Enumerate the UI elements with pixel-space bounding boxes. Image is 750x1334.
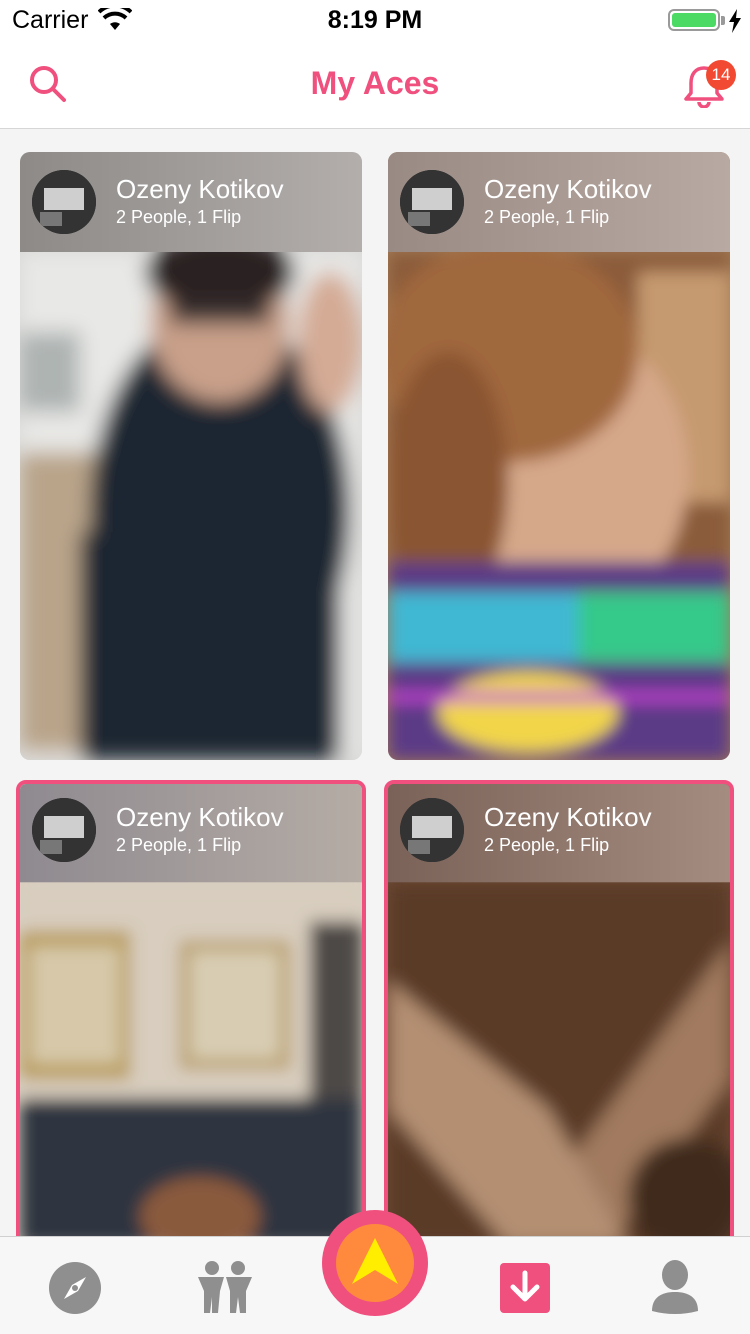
- navigation-bar: My Aces 14: [0, 40, 750, 129]
- ace-center-button[interactable]: [322, 1210, 428, 1316]
- battery-cap: [721, 16, 725, 25]
- card-stats: 2 People, 1 Flip: [484, 835, 610, 855]
- charging-bolt-icon: [729, 9, 741, 33]
- ace-card-selected[interactable]: Ozeny Kotikov 2 People, 1 Flip: [16, 780, 366, 1250]
- ace-card[interactable]: Ozeny Kotikov 2 People, 1 Flip: [388, 152, 730, 760]
- ace-card[interactable]: Ozeny Kotikov 2 People, 1 Flip: [20, 152, 362, 760]
- compass-icon[interactable]: [48, 1261, 102, 1315]
- card-header: Ozeny Kotikov 2 People, 1 Flip: [20, 784, 362, 884]
- avatar: [32, 798, 96, 862]
- battery-fill: [672, 13, 716, 27]
- clock: 8:19 PM: [327, 6, 423, 34]
- card-header: Ozeny Kotikov 2 People, 1 Flip: [388, 784, 730, 884]
- card-header: Ozeny Kotikov 2 People, 1 Flip: [20, 152, 362, 252]
- card-owner-name: Ozeny Kotikov: [116, 174, 284, 204]
- card-stats: 2 People, 1 Flip: [116, 835, 242, 855]
- card-owner-name: Ozeny Kotikov: [116, 802, 284, 832]
- screen: Carrier 8:19 PM My Aces 14 Ozeny Kotikov…: [0, 0, 750, 1334]
- ace-center-button-inner: [336, 1224, 414, 1302]
- card-header: Ozeny Kotikov 2 People, 1 Flip: [388, 152, 730, 252]
- battery-icon: [668, 9, 720, 31]
- avatar: [400, 170, 464, 234]
- card-owner-name: Ozeny Kotikov: [484, 174, 652, 204]
- page-title: My Aces: [310, 65, 440, 101]
- status-bar: Carrier 8:19 PM: [0, 0, 750, 40]
- avatar: [32, 170, 96, 234]
- avatar: [400, 798, 464, 862]
- card-stats: 2 People, 1 Flip: [116, 207, 242, 227]
- download-icon[interactable]: [500, 1263, 550, 1313]
- card-stats: 2 People, 1 Flip: [484, 207, 610, 227]
- card-owner-name: Ozeny Kotikov: [484, 802, 652, 832]
- ace-card-selected[interactable]: Ozeny Kotikov 2 People, 1 Flip: [384, 780, 734, 1250]
- people-icon[interactable]: [196, 1261, 254, 1313]
- profile-icon[interactable]: [652, 1259, 698, 1315]
- notification-badge: 14: [706, 60, 736, 90]
- ace-arrow-icon: [352, 1238, 398, 1284]
